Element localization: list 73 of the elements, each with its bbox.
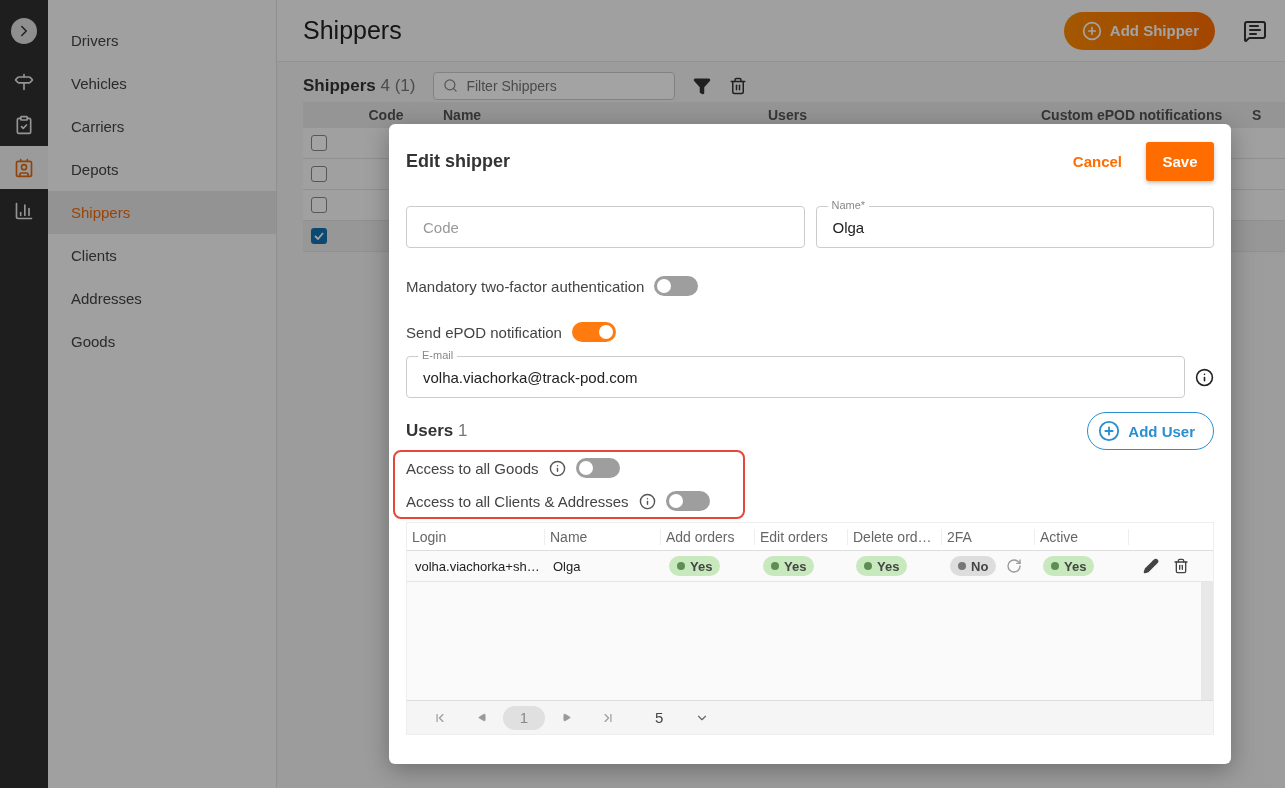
- expand-button[interactable]: [11, 18, 37, 44]
- column-header: Active: [1035, 528, 1129, 545]
- row-checkbox[interactable]: [311, 228, 327, 244]
- table-cell-text: Olga: [552, 558, 582, 574]
- column-header: 2FA: [942, 528, 1035, 545]
- column-header: S: [1251, 107, 1263, 123]
- checkmark-icon: [314, 232, 324, 240]
- page-button[interactable]: 1: [503, 705, 545, 730]
- cancel-button[interactable]: Cancel: [1066, 151, 1128, 171]
- status-chip: Yes: [763, 556, 815, 576]
- info-icon[interactable]: [638, 492, 656, 510]
- sidebar-item[interactable]: Drivers: [48, 19, 276, 62]
- add-user-button[interactable]: Add User: [1087, 412, 1214, 450]
- status-chip: No: [950, 556, 997, 576]
- filter-field[interactable]: Filter Shippers: [433, 71, 676, 100]
- page-title: Shippers: [303, 16, 403, 45]
- toggle-label: Access to all Clients & Addresses: [406, 492, 629, 510]
- plus-icon: [1098, 420, 1121, 442]
- toggle-switch[interactable]: [654, 276, 699, 296]
- save-button[interactable]: Save: [1146, 141, 1214, 181]
- toggle-label: Access to all Goods: [406, 459, 539, 477]
- field-label: E-mail: [418, 349, 458, 361]
- sidebar-item[interactable]: Clients: [48, 234, 276, 277]
- column-header: Custom ePOD notifications: [1040, 107, 1224, 123]
- edit-icon[interactable]: [1143, 558, 1159, 574]
- field-label: Name*: [827, 199, 870, 211]
- list-title: Shippers 4 (1): [303, 75, 416, 96]
- delete-icon[interactable]: [729, 76, 748, 95]
- filter-icon[interactable]: [693, 76, 712, 95]
- page-size[interactable]: 5: [655, 709, 695, 726]
- column-header: Login: [407, 528, 545, 545]
- previous-page-icon[interactable]: [477, 713, 487, 722]
- contact-card-icon: [14, 157, 34, 178]
- code-field[interactable]: Code: [406, 206, 805, 248]
- column-header: Add orders: [661, 528, 755, 545]
- scrollbar[interactable]: [1201, 582, 1213, 700]
- info-icon[interactable]: [1195, 367, 1214, 387]
- info-icon[interactable]: [548, 459, 566, 477]
- toggle-switch[interactable]: [571, 322, 616, 342]
- route-sign-icon: [14, 71, 34, 92]
- delete-icon[interactable]: [1173, 558, 1189, 574]
- status-chip: Yes: [669, 556, 721, 576]
- column-header: Name: [442, 107, 483, 123]
- sidebar-item[interactable]: Vehicles: [48, 62, 276, 105]
- refresh-icon[interactable]: [1006, 558, 1023, 574]
- dialog-title: Edit shipper: [406, 150, 511, 172]
- column-header: Name: [545, 528, 661, 545]
- sidebar-item[interactable]: Carriers: [48, 105, 276, 148]
- toggle-switch[interactable]: [665, 491, 710, 511]
- plus-icon: [1081, 20, 1102, 41]
- status-chip: Yes: [1043, 556, 1095, 576]
- sidebar-item[interactable]: Goods: [48, 320, 276, 363]
- toggle-switch[interactable]: [575, 458, 620, 478]
- status-chip: Yes: [856, 556, 908, 576]
- column-header: Delete ord…: [848, 528, 942, 545]
- toggle-label: Mandatory two-factor authentication: [406, 277, 645, 295]
- search-icon: [443, 77, 459, 93]
- row-checkbox[interactable]: [311, 197, 327, 213]
- chat-icon[interactable]: [1243, 18, 1267, 43]
- column-header: Code: [367, 107, 405, 123]
- next-page-icon[interactable]: [561, 713, 571, 722]
- table-cell-text: volha.viachorka+sh…: [414, 558, 541, 574]
- sidebar-item[interactable]: Addresses: [48, 277, 276, 320]
- rail-nav-button[interactable]: [0, 146, 48, 189]
- toggle-label: Send ePOD notification: [406, 323, 562, 341]
- row-checkbox[interactable]: [311, 135, 327, 151]
- sidebar-item[interactable]: Depots: [48, 148, 276, 191]
- users-title: Users 1: [406, 421, 469, 441]
- column-header: Users: [767, 107, 808, 123]
- checklist-icon: [14, 114, 34, 135]
- column-header: Edit orders: [755, 528, 848, 545]
- row-checkbox[interactable]: [311, 166, 327, 182]
- bar-chart-icon: [14, 200, 34, 221]
